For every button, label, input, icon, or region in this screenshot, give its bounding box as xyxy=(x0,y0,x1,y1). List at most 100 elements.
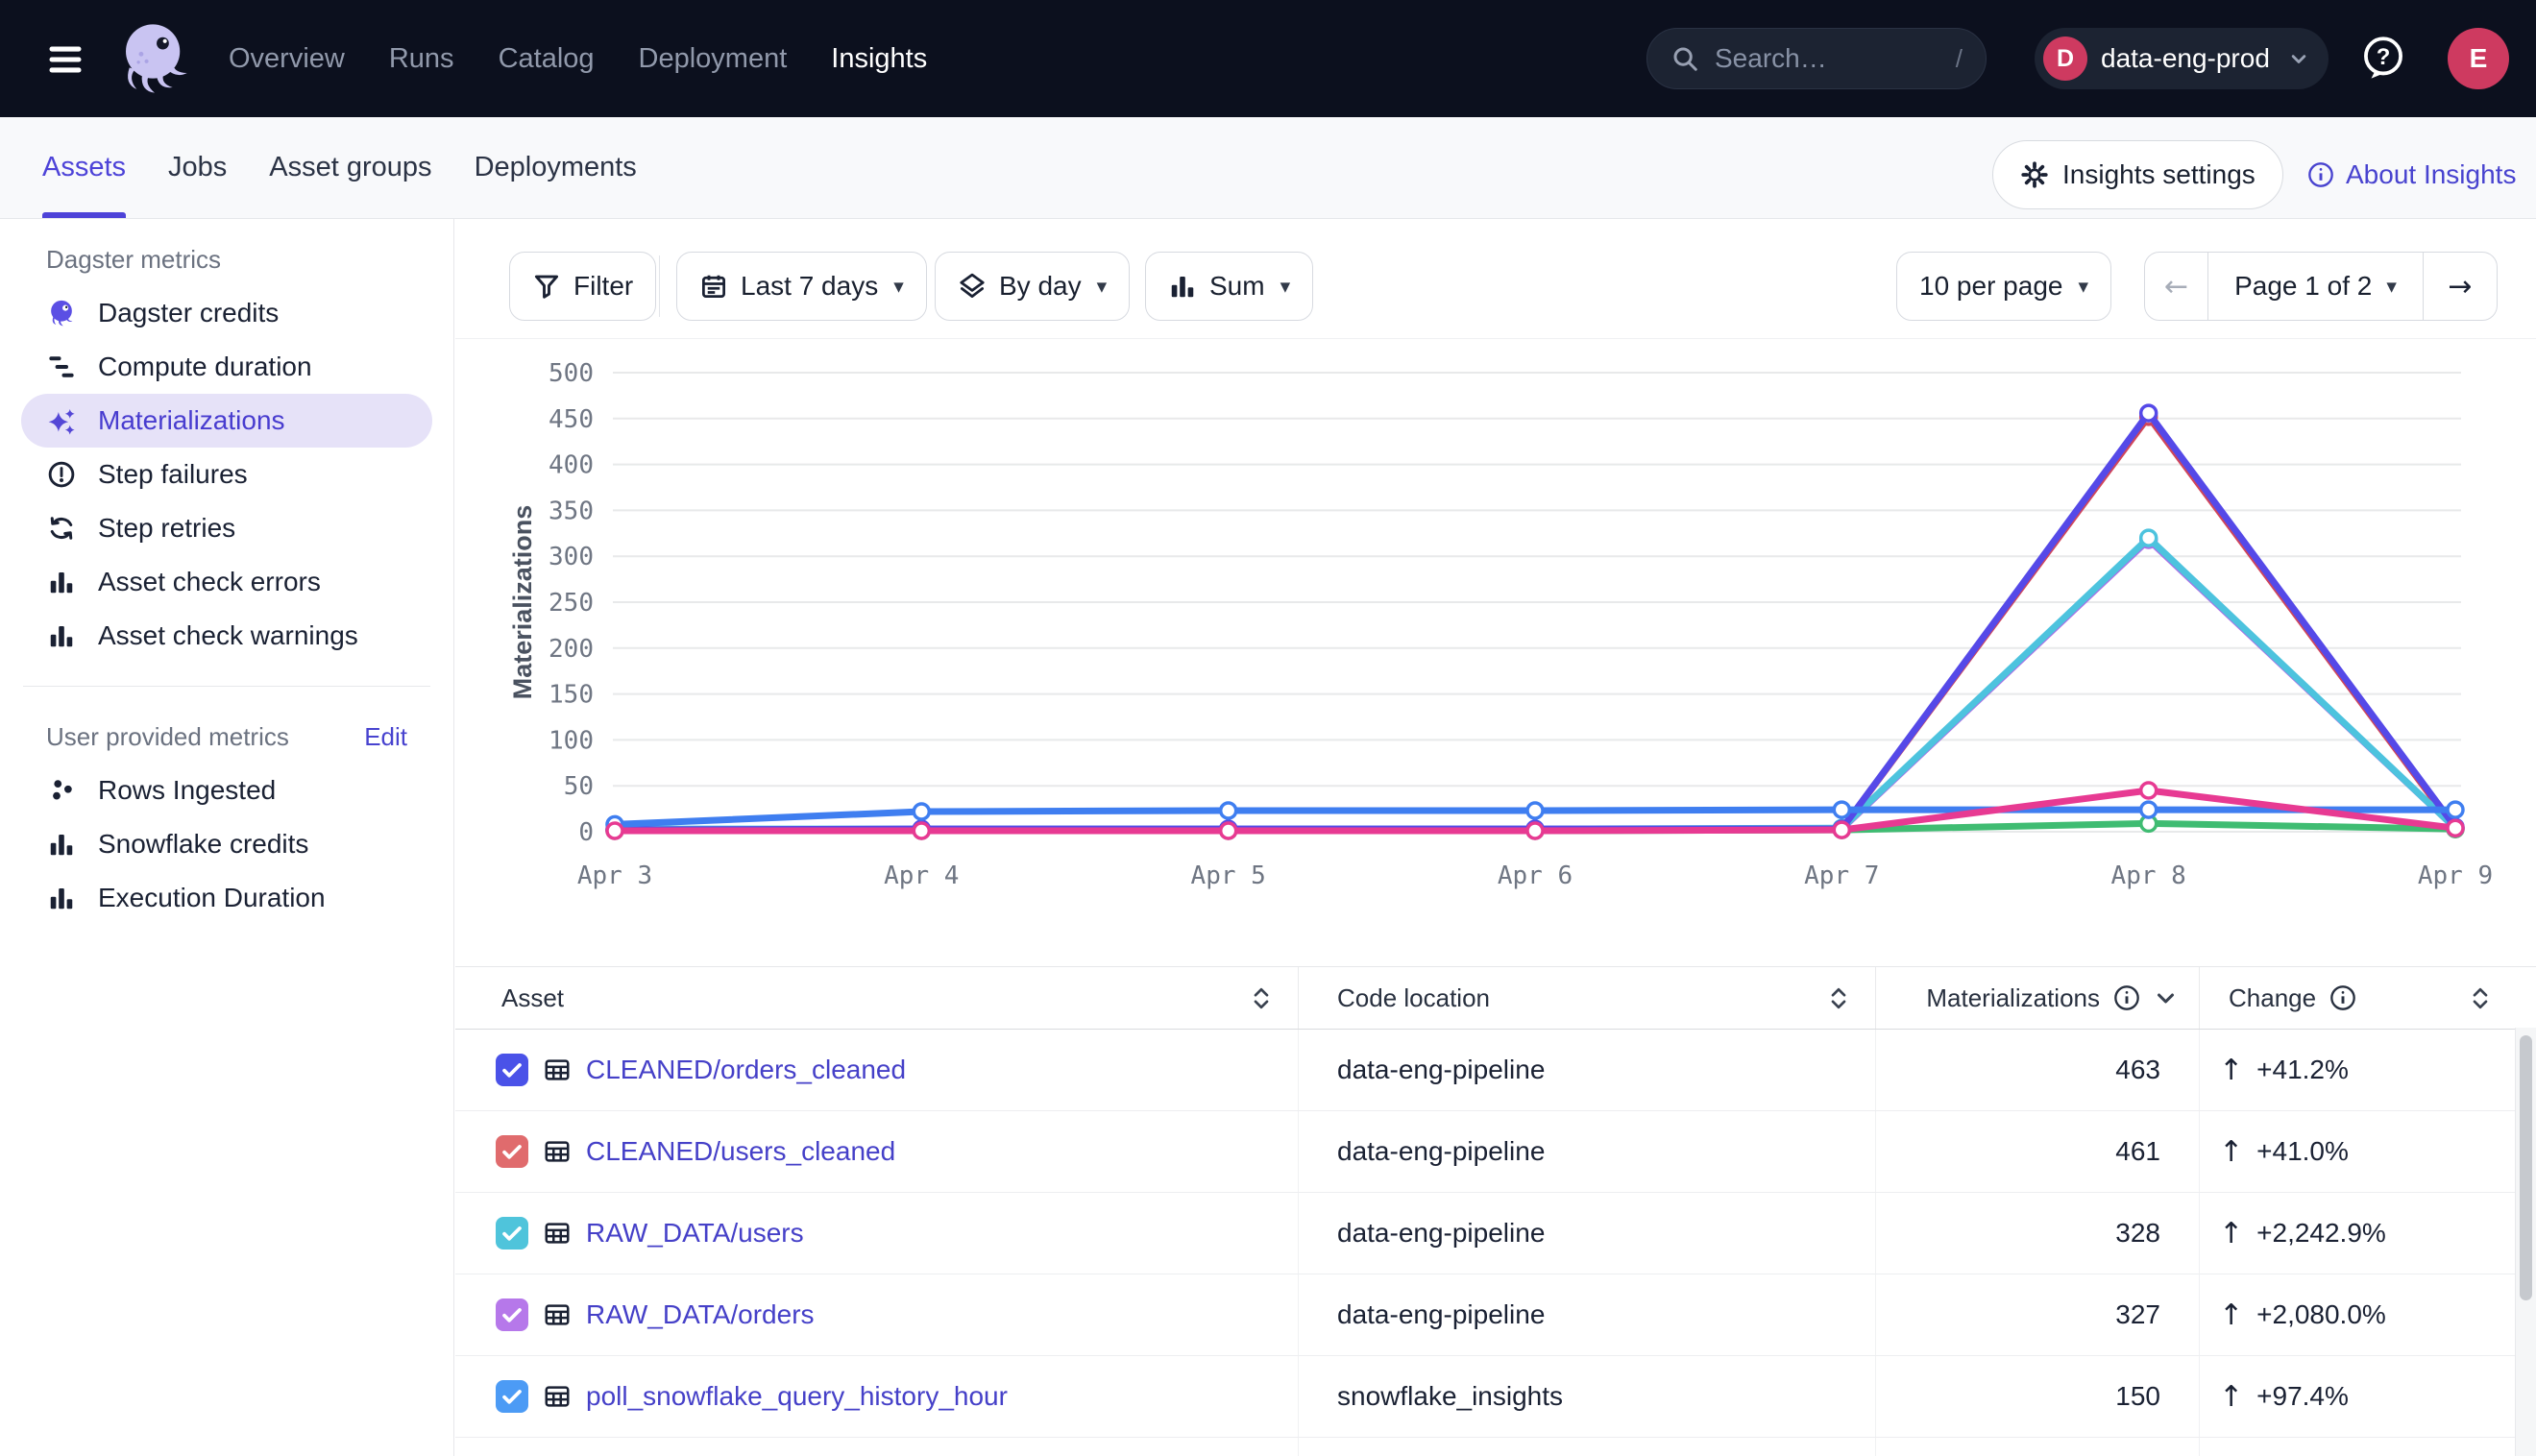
series-checkbox[interactable] xyxy=(496,1135,528,1168)
up-arrow-icon: ↑ xyxy=(2219,1054,2243,1087)
topnav-item-runs[interactable]: Runs xyxy=(389,43,454,75)
change-value: +2,080.0% xyxy=(2256,1299,2386,1330)
series-checkbox[interactable] xyxy=(496,1298,528,1331)
asset-link[interactable]: RAW_DATA/users xyxy=(586,1218,804,1249)
asset-link[interactable]: CLEANED/users_cleaned xyxy=(586,1136,895,1167)
filter-button[interactable]: Filter xyxy=(509,252,656,321)
materializations-chart: 050100150200250300350400450500Apr 3Apr 4… xyxy=(461,346,2536,922)
change-cell: ↑+1,111.1% xyxy=(2200,1438,2536,1456)
asset-link[interactable]: RAW_DATA/orders xyxy=(586,1299,815,1330)
previous-page-button[interactable]: ← xyxy=(2145,253,2208,320)
per-page-label: 10 per page xyxy=(1919,271,2062,302)
hamburger-menu-icon[interactable] xyxy=(44,42,86,77)
sidebar: Dagster metricsDagster creditsCompute du… xyxy=(0,219,454,1456)
octopus-icon xyxy=(46,298,77,328)
sidebar-item-asset-check-warnings[interactable]: Asset check warnings xyxy=(0,609,453,663)
sort-icon[interactable] xyxy=(1250,985,1273,1011)
sidebar-item-snowflake-credits[interactable]: Snowflake credits xyxy=(0,817,453,871)
change-cell: ↑ +41.2% xyxy=(2200,1030,2536,1110)
page-indicator[interactable]: Page 1 of 2 ▾ xyxy=(2208,253,2424,320)
tab-asset-groups[interactable]: Asset groups xyxy=(269,117,431,218)
help-icon[interactable]: ? xyxy=(2361,36,2405,85)
per-page-button[interactable]: 10 per page ▾ xyxy=(1896,252,2111,321)
table-row: RAW_DATA/usersdata-eng-pipeline328↑+2,24… xyxy=(455,1193,2536,1274)
series-checkbox[interactable] xyxy=(496,1217,528,1250)
granularity-label: By day xyxy=(999,271,1082,302)
column-header-asset[interactable]: Asset xyxy=(455,967,1299,1029)
sidebar-item-label: Snowflake credits xyxy=(98,829,308,860)
sidebar-item-execution-duration[interactable]: Execution Duration xyxy=(0,871,453,925)
svg-text:400: 400 xyxy=(549,451,594,480)
search-icon xyxy=(1670,44,1699,73)
by-day-icon xyxy=(958,272,987,301)
tab-jobs[interactable]: Jobs xyxy=(168,117,227,218)
edit-metrics-link[interactable]: Edit xyxy=(364,722,407,752)
sort-icon[interactable] xyxy=(2469,985,2492,1011)
change-column-label: Change xyxy=(2229,983,2316,1013)
sidebar-item-compute-duration[interactable]: Compute duration xyxy=(0,340,453,394)
sidebar-item-label: Compute duration xyxy=(98,352,312,382)
page-label: Page 1 of 2 xyxy=(2234,271,2372,302)
info-icon[interactable] xyxy=(2113,984,2140,1011)
asset-link[interactable]: CLEANED/orders_cleaned xyxy=(586,1055,906,1085)
svg-text:Apr 7: Apr 7 xyxy=(1804,861,1879,890)
topnav-item-deployment[interactable]: Deployment xyxy=(639,43,788,75)
tab-assets[interactable]: Assets xyxy=(42,117,126,218)
info-icon[interactable] xyxy=(2329,984,2356,1011)
pagination-control: ← Page 1 of 2 ▾ → xyxy=(2144,252,2498,321)
materializations-value-cell: 461 xyxy=(1876,1111,2200,1192)
sort-icon[interactable] xyxy=(1827,985,1850,1011)
topnav-items: Overview Runs Catalog Deployment Insights xyxy=(229,0,927,117)
bars-icon xyxy=(46,883,77,913)
table-body: CLEANED/orders_cleaned data-eng-pipeline 4… xyxy=(455,1030,2536,1456)
sidebar-item-dagster-credits[interactable]: Dagster credits xyxy=(0,286,453,340)
sidebar-item-step-failures[interactable]: Step failures xyxy=(0,448,453,501)
chevron-down-icon[interactable] xyxy=(2154,986,2178,1010)
code-location-cell: data-eng-pipeline xyxy=(1299,1438,1876,1456)
asset-link[interactable]: poll_snowflake_query_history_hour xyxy=(586,1381,1008,1412)
info-icon xyxy=(2307,161,2334,188)
sidebar-item-label: Asset check warnings xyxy=(98,620,358,651)
table-header-row: Asset Code location Materializations Cha… xyxy=(455,967,2536,1030)
change-cell: ↑+97.4% xyxy=(2200,1356,2536,1437)
asset-cell: RAW_DATA/orders xyxy=(455,1274,1299,1355)
column-header-change[interactable]: Change xyxy=(2200,967,2536,1029)
topnav-item-insights[interactable]: Insights xyxy=(831,43,927,75)
sidebar-section-title: User provided metrics xyxy=(46,722,289,752)
next-page-button[interactable]: → xyxy=(2424,253,2497,320)
topnav-item-overview[interactable]: Overview xyxy=(229,43,345,75)
svg-text:Materializations: Materializations xyxy=(508,505,537,700)
asset-cell: RAW_DATA/users xyxy=(455,1193,1299,1274)
user-avatar[interactable]: E xyxy=(2448,28,2509,89)
column-header-materializations[interactable]: Materializations xyxy=(1876,967,2200,1029)
table-grid-icon xyxy=(543,1300,572,1329)
table-row: CLEANED/users_cleaneddata-eng-pipeline46… xyxy=(455,1111,2536,1193)
aggregation-label: Sum xyxy=(1209,271,1265,302)
sidebar-item-step-retries[interactable]: Step retries xyxy=(0,501,453,555)
column-header-code-location[interactable]: Code location xyxy=(1299,967,1876,1029)
dots-icon xyxy=(46,775,77,806)
search-input[interactable]: Search… / xyxy=(1646,28,1987,89)
sidebar-item-asset-check-errors[interactable]: Asset check errors xyxy=(0,555,453,609)
sidebar-item-label: Materializations xyxy=(98,405,285,436)
workspace-selector[interactable]: D data-eng-prod xyxy=(2035,28,2329,89)
tab-deployments[interactable]: Deployments xyxy=(475,117,637,218)
bar-chart-icon xyxy=(1168,272,1197,301)
series-checkbox[interactable] xyxy=(496,1054,528,1086)
svg-text:?: ? xyxy=(2377,44,2391,70)
date-range-button[interactable]: Last 7 days ▾ xyxy=(676,252,927,321)
about-insights-link[interactable]: About Insights xyxy=(2307,140,2516,209)
sidebar-item-rows-ingested[interactable]: Rows Ingested xyxy=(0,764,453,817)
insights-settings-button[interactable]: Insights settings xyxy=(1992,140,2283,209)
asset-cell: poll_snowflake_query_history_hour xyxy=(455,1356,1299,1437)
aggregation-button[interactable]: Sum ▾ xyxy=(1145,252,1313,321)
granularity-button[interactable]: By day ▾ xyxy=(935,252,1130,321)
dagster-logo-icon[interactable] xyxy=(111,15,198,102)
scrollbar-thumb[interactable] xyxy=(2520,1035,2532,1300)
gear-icon xyxy=(2020,160,2049,189)
svg-text:350: 350 xyxy=(549,497,594,525)
topnav-item-catalog[interactable]: Catalog xyxy=(499,43,595,75)
series-checkbox[interactable] xyxy=(496,1380,528,1413)
change-value: +41.2% xyxy=(2256,1055,2349,1085)
sidebar-item-materializations[interactable]: Materializations xyxy=(21,394,432,448)
